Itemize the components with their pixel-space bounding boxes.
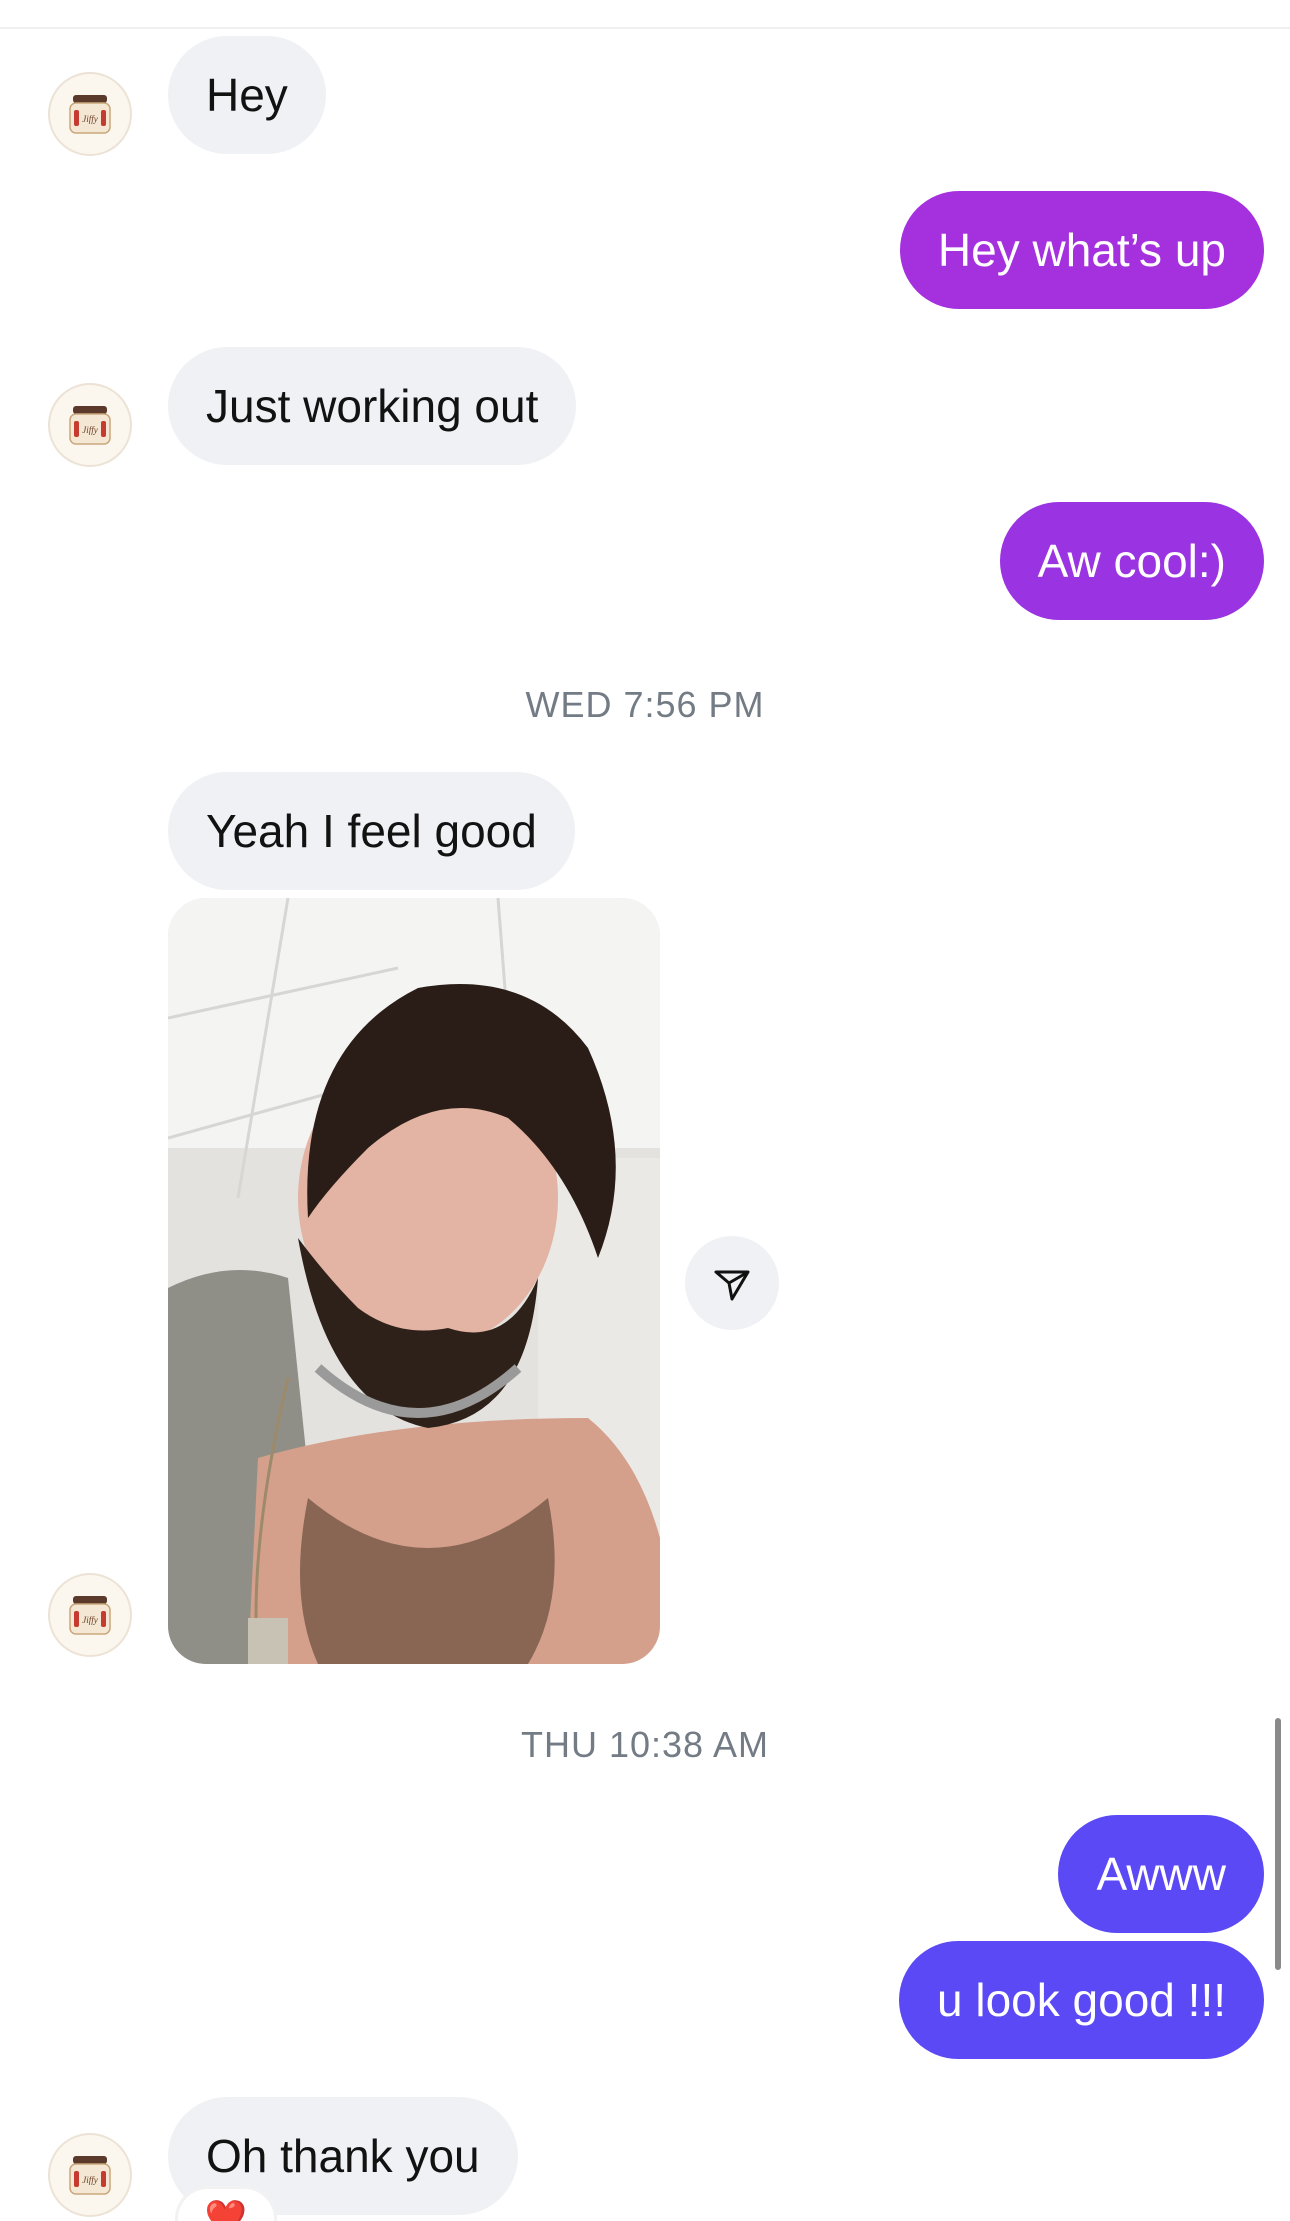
chat-thread[interactable]: Jiffy Hey Hey what’s up Jiffy Just worki… — [0, 0, 1290, 2221]
message-incoming[interactable]: Just working out — [168, 347, 577, 465]
message-text: Hey — [206, 69, 288, 121]
svg-text:Jiffy: Jiffy — [82, 2175, 98, 2185]
message-text: Aw cool:) — [1037, 535, 1226, 587]
jiffy-jar-icon: Jiffy — [69, 406, 111, 445]
message-outgoing[interactable]: Aw cool:) — [999, 502, 1264, 620]
selfie-photo — [168, 898, 660, 1664]
svg-text:Jiffy: Jiffy — [82, 1615, 98, 1625]
svg-text:Jiffy: Jiffy — [82, 425, 98, 435]
contact-avatar[interactable]: Jiffy — [48, 1573, 132, 1657]
message-text: Awww — [1096, 1848, 1226, 1900]
timestamp-divider: THU 10:38 AM — [520, 1724, 770, 1765]
message-outgoing[interactable]: Awww — [1058, 1815, 1264, 1933]
jiffy-jar-icon: Jiffy — [69, 2156, 111, 2195]
message-incoming[interactable]: Hey — [168, 36, 326, 154]
heart-icon: ❤️ — [204, 2199, 248, 2221]
scrollbar[interactable] — [1275, 1718, 1281, 1970]
message-incoming[interactable]: Yeah I feel good — [168, 772, 575, 890]
message-outgoing[interactable]: u look good !!! — [899, 1941, 1264, 2059]
message-text: Oh thank you — [206, 2130, 480, 2182]
contact-avatar[interactable]: Jiffy — [48, 383, 132, 467]
message-reaction[interactable]: ❤️ — [178, 2189, 274, 2221]
contact-avatar[interactable]: Jiffy — [48, 72, 132, 156]
message-text: u look good !!! — [937, 1974, 1226, 2026]
send-icon — [714, 1270, 750, 1301]
header-divider — [0, 27, 1290, 29]
svg-text:Jiffy: Jiffy — [82, 114, 98, 124]
message-text: Just working out — [206, 380, 539, 432]
timestamp-divider: WED 7:56 PM — [525, 684, 765, 725]
contact-avatar[interactable]: Jiffy — [48, 2133, 132, 2217]
message-text: Hey what’s up — [937, 224, 1226, 276]
message-text: Yeah I feel good — [206, 805, 537, 857]
jiffy-jar-icon: Jiffy — [69, 1596, 111, 1635]
share-button[interactable] — [685, 1236, 779, 1330]
photo-message[interactable] — [168, 898, 660, 1664]
jiffy-jar-icon: Jiffy — [69, 95, 111, 134]
message-outgoing[interactable]: Hey what’s up — [899, 191, 1264, 309]
